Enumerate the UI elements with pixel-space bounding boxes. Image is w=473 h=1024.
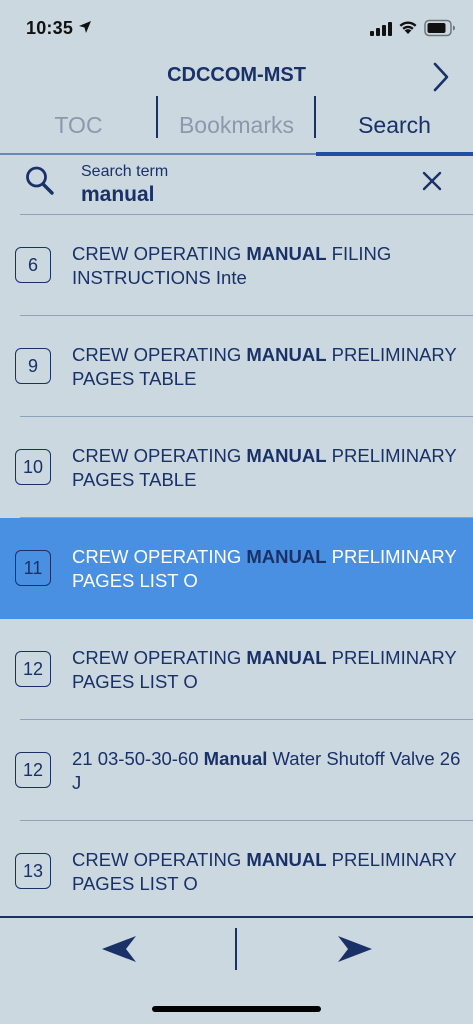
result-text: CREW OPERATING MANUAL PRELIMINARY PAGES … bbox=[72, 647, 457, 692]
result-row[interactable]: 9 CREW OPERATING MANUAL PRELIMINARY PAGE… bbox=[0, 316, 473, 417]
page-number-badge: 12 bbox=[15, 752, 51, 788]
search-match: Manual bbox=[203, 748, 268, 769]
arrow-right-icon[interactable] bbox=[336, 932, 374, 966]
location-arrow-icon bbox=[79, 21, 91, 33]
search-match: MANUAL bbox=[246, 344, 327, 365]
search-icon bbox=[26, 166, 54, 195]
cellular-signal-icon bbox=[370, 22, 392, 36]
result-row[interactable]: 6 CREW OPERATING MANUAL FILING INSTRUCTI… bbox=[0, 215, 473, 316]
search-match: MANUAL bbox=[246, 849, 327, 870]
page-title: CDCCOM-MST bbox=[167, 64, 306, 86]
result-text: 21 03-50-30-60 Manual Water Shutoff Valv… bbox=[72, 748, 461, 793]
status-bar: 10:35 bbox=[0, 0, 473, 56]
tab-bookmarks[interactable]: Bookmarks bbox=[158, 96, 315, 154]
page-number-badge: 10 bbox=[15, 449, 51, 485]
search-match: MANUAL bbox=[246, 647, 327, 668]
tab-bar: TOC Bookmarks Search bbox=[0, 96, 473, 156]
bottom-toolbar bbox=[0, 916, 473, 1024]
toolbar-divider bbox=[235, 928, 237, 970]
result-row[interactable]: 13 CREW OPERATING MANUAL PRELIMINARY PAG… bbox=[0, 821, 473, 916]
result-text: CREW OPERATING MANUAL PRELIMINARY PAGES … bbox=[72, 344, 457, 389]
divider bbox=[0, 916, 473, 918]
result-text: CREW OPERATING MANUAL PRELIMINARY PAGES … bbox=[72, 445, 457, 490]
chevron-right-icon[interactable] bbox=[428, 60, 454, 94]
search-match: MANUAL bbox=[246, 243, 327, 264]
home-indicator[interactable] bbox=[152, 1006, 321, 1012]
search-match: MANUAL bbox=[246, 546, 327, 567]
result-row[interactable]: 12 21 03-50-30-60 Manual Water Shutoff V… bbox=[0, 720, 473, 821]
wifi-icon bbox=[399, 21, 417, 34]
page-number-badge: 11 bbox=[15, 550, 51, 586]
battery-icon bbox=[424, 19, 455, 37]
result-text: CREW OPERATING MANUAL PRELIMINARY PAGES … bbox=[72, 546, 457, 591]
arrow-left-icon[interactable] bbox=[100, 932, 138, 966]
search-label: Search term bbox=[81, 163, 169, 180]
close-icon[interactable] bbox=[420, 169, 444, 193]
result-row[interactable]: 12 CREW OPERATING MANUAL PRELIMINARY PAG… bbox=[0, 619, 473, 720]
search-match: MANUAL bbox=[246, 445, 327, 466]
status-time: 10:35 bbox=[26, 18, 74, 38]
page-number-badge: 12 bbox=[15, 651, 51, 687]
search-input[interactable]: manual bbox=[81, 183, 155, 207]
tab-search[interactable]: Search bbox=[316, 96, 473, 154]
nav-header: CDCCOM-MST bbox=[0, 56, 473, 96]
result-row[interactable]: 10 CREW OPERATING MANUAL PRELIMINARY PAG… bbox=[0, 417, 473, 518]
result-text: CREW OPERATING MANUAL FILING INSTRUCTION… bbox=[72, 243, 392, 288]
result-text: CREW OPERATING MANUAL PRELIMINARY PAGES … bbox=[72, 849, 457, 894]
tab-toc[interactable]: TOC bbox=[0, 96, 157, 154]
page-number-badge: 9 bbox=[15, 348, 51, 384]
page-number-badge: 13 bbox=[15, 853, 51, 889]
page-number-badge: 6 bbox=[15, 247, 51, 283]
search-bar[interactable]: Search term manual bbox=[0, 156, 473, 214]
result-row-selected[interactable]: 11 CREW OPERATING MANUAL PRELIMINARY PAG… bbox=[0, 518, 473, 619]
